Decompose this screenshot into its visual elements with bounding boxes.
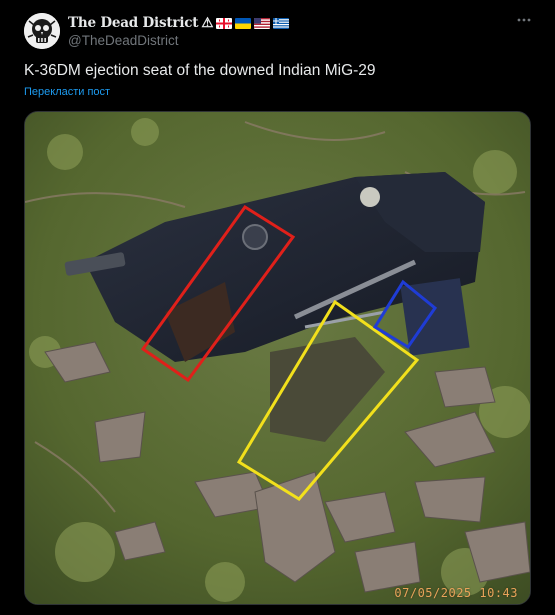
wreckage-photo [25, 112, 530, 604]
author-handle[interactable]: @TheDeadDistrict [68, 33, 179, 48]
greece-flag-icon [273, 17, 290, 29]
translate-post-link[interactable]: Перекласти пост [24, 86, 110, 98]
warning-icon: ⚠ [201, 15, 214, 31]
author-name-row: The Dead District ⚠ [68, 14, 290, 32]
usa-flag-icon [254, 17, 271, 29]
georgia-flag-icon [216, 17, 233, 29]
skull-avatar-icon[interactable] [24, 13, 60, 49]
author-display-name[interactable]: The Dead District [68, 15, 199, 31]
post-text: K-36DM ejection seat of the downed India… [24, 62, 376, 79]
more-horizontal-icon[interactable] [516, 12, 532, 28]
post-card: The Dead District ⚠ @TheDeadDistrict K-3… [0, 0, 555, 615]
photo-timestamp: 07/05/2025 10:43 [394, 586, 518, 600]
ukraine-flag-icon [235, 17, 252, 29]
post-photo[interactable]: 07/05/2025 10:43 [24, 111, 531, 605]
